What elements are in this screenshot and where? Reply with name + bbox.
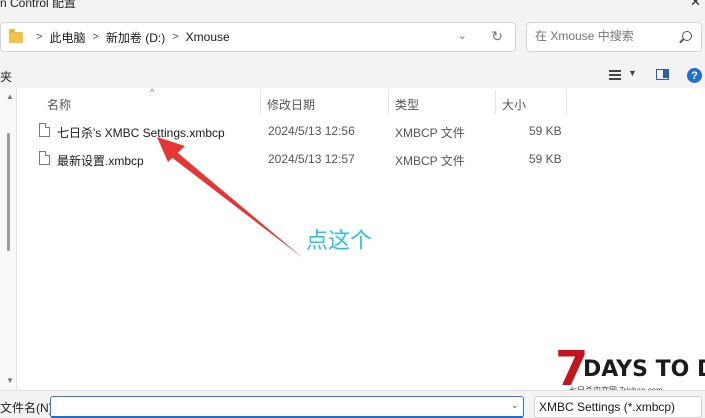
file-row[interactable]: 最新设置.xmbcp 2024/5/13 12:57 XMBCP 文件 59 K… [17, 146, 705, 172]
save-bar: 文件名(N): ⌄ XMBC Settings (*.xmbcp) [0, 390, 705, 418]
chevron-down-icon[interactable]: ▼ [628, 68, 637, 78]
breadcrumb-xmouse[interactable]: Xmouse [186, 30, 230, 44]
scroll-down-icon[interactable]: ▼ [6, 376, 14, 385]
sort-ascending-icon: ^ [150, 87, 155, 97]
search-icon[interactable] [682, 31, 692, 41]
watermark-brand: DAYS TO DIE [583, 357, 705, 382]
folder-icon [9, 28, 23, 43]
scroll-up-icon[interactable]: ▲ [6, 92, 14, 101]
column-header-size[interactable]: 大小 [502, 88, 526, 116]
chevron-right-icon[interactable]: > [92, 31, 98, 43]
close-icon[interactable]: ✕ [690, 0, 701, 10]
toolbar: 夹 ▼ ? [0, 62, 705, 88]
filetype-select[interactable]: XMBC Settings (*.xmbcp) [534, 396, 702, 418]
breadcrumb-drive-d[interactable]: 新加卷 (D:) [106, 29, 165, 46]
window-title: n Control 配置 [0, 0, 77, 10]
file-size: 59 KB [529, 152, 562, 166]
chevron-down-icon[interactable]: ⌄ [458, 29, 467, 42]
column-divider[interactable] [495, 90, 496, 114]
search-input[interactable] [535, 29, 675, 43]
annotation-text: 点这个 [306, 229, 373, 254]
file-icon [39, 123, 50, 137]
address-bar[interactable]: > 此电脑 > 新加卷 (D:) > Xmouse ⌄ ↻ [0, 22, 516, 52]
file-icon [39, 151, 50, 165]
file-row[interactable]: 七日杀's XMBC Settings.xmbcp 2024/5/13 12:5… [17, 118, 705, 144]
help-icon[interactable]: ? [687, 68, 702, 83]
search-box[interactable] [526, 22, 702, 52]
file-name[interactable]: 七日杀's XMBC Settings.xmbcp [57, 124, 225, 141]
file-type: XMBCP 文件 [395, 126, 465, 140]
navigation-row: > 此电脑 > 新加卷 (D:) > Xmouse ⌄ ↻ [0, 12, 705, 62]
column-header-type[interactable]: 类型 [395, 88, 419, 116]
view-options-icon[interactable] [609, 70, 621, 80]
preview-pane-icon[interactable] [656, 69, 669, 80]
scrollbar-thumb[interactable] [7, 133, 10, 251]
column-divider[interactable] [260, 90, 261, 114]
file-name[interactable]: 最新设置.xmbcp [57, 152, 144, 169]
file-type: XMBCP 文件 [395, 154, 465, 168]
chevron-right-icon[interactable]: > [36, 31, 42, 43]
breadcrumb-this-pc[interactable]: 此电脑 [49, 29, 85, 46]
filename-label: 文件名(N): [0, 401, 56, 415]
navigation-pane: ▲ ▼ [0, 88, 17, 390]
refresh-icon[interactable]: ↻ [491, 28, 503, 45]
chevron-right-icon[interactable]: > [172, 31, 178, 43]
file-size: 59 KB [529, 124, 562, 138]
filename-input[interactable] [50, 396, 524, 418]
column-divider[interactable] [388, 90, 389, 114]
file-date: 2024/5/13 12:56 [268, 124, 355, 138]
column-divider[interactable] [566, 90, 567, 114]
file-date: 2024/5/13 12:57 [268, 152, 355, 166]
new-folder-label-fragment[interactable]: 夹 [0, 68, 12, 85]
window-titlebar: n Control 配置 ✕ [0, 0, 705, 12]
column-header-name[interactable]: 名称 [47, 88, 71, 116]
column-header-date[interactable]: 修改日期 [267, 88, 315, 116]
chevron-down-icon[interactable]: ⌄ [511, 400, 519, 411]
